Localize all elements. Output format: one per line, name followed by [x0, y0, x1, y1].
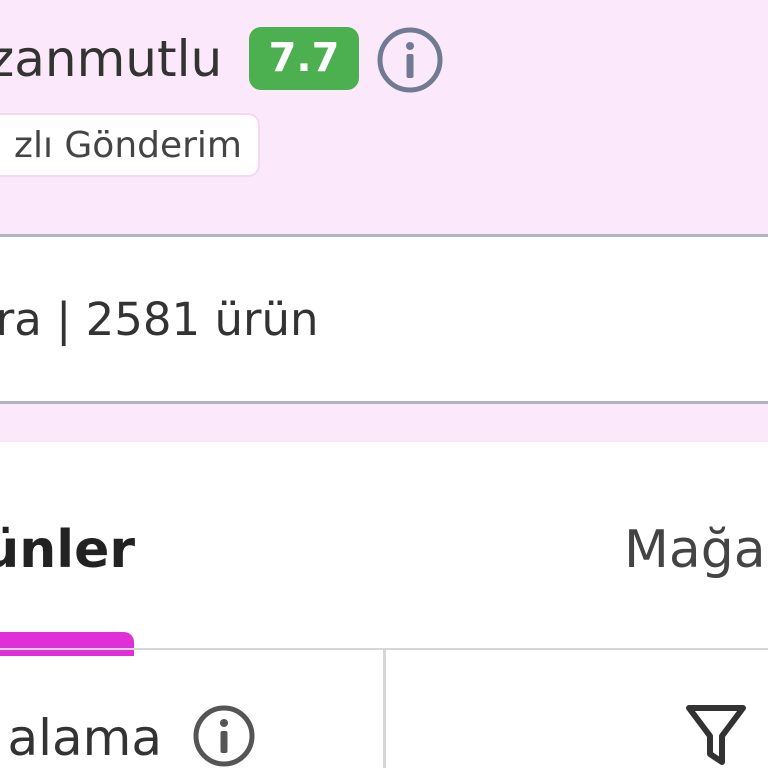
funnel-icon: [686, 705, 746, 765]
info-icon: [193, 705, 255, 767]
tab-stores[interactable]: Mağa: [624, 510, 768, 590]
sort-info-button[interactable]: [192, 704, 256, 768]
fast-shipping-label: zlı Gönderim: [14, 125, 242, 166]
info-icon: [377, 27, 443, 93]
tab-products[interactable]: ünler: [0, 510, 135, 590]
store-search-input[interactable]: Ara | 2581 ürün: [0, 291, 319, 349]
fast-shipping-badge: zlı Gönderim: [0, 113, 260, 177]
active-tab-indicator: [0, 632, 134, 656]
rating-badge: 7.7: [249, 27, 359, 90]
sort-button[interactable]: alama: [0, 702, 162, 774]
toolbar-divider: [383, 650, 386, 768]
filter-button[interactable]: [684, 702, 748, 768]
store-name[interactable]: zanmutlu: [0, 28, 222, 90]
rating-info-button[interactable]: [376, 26, 444, 94]
